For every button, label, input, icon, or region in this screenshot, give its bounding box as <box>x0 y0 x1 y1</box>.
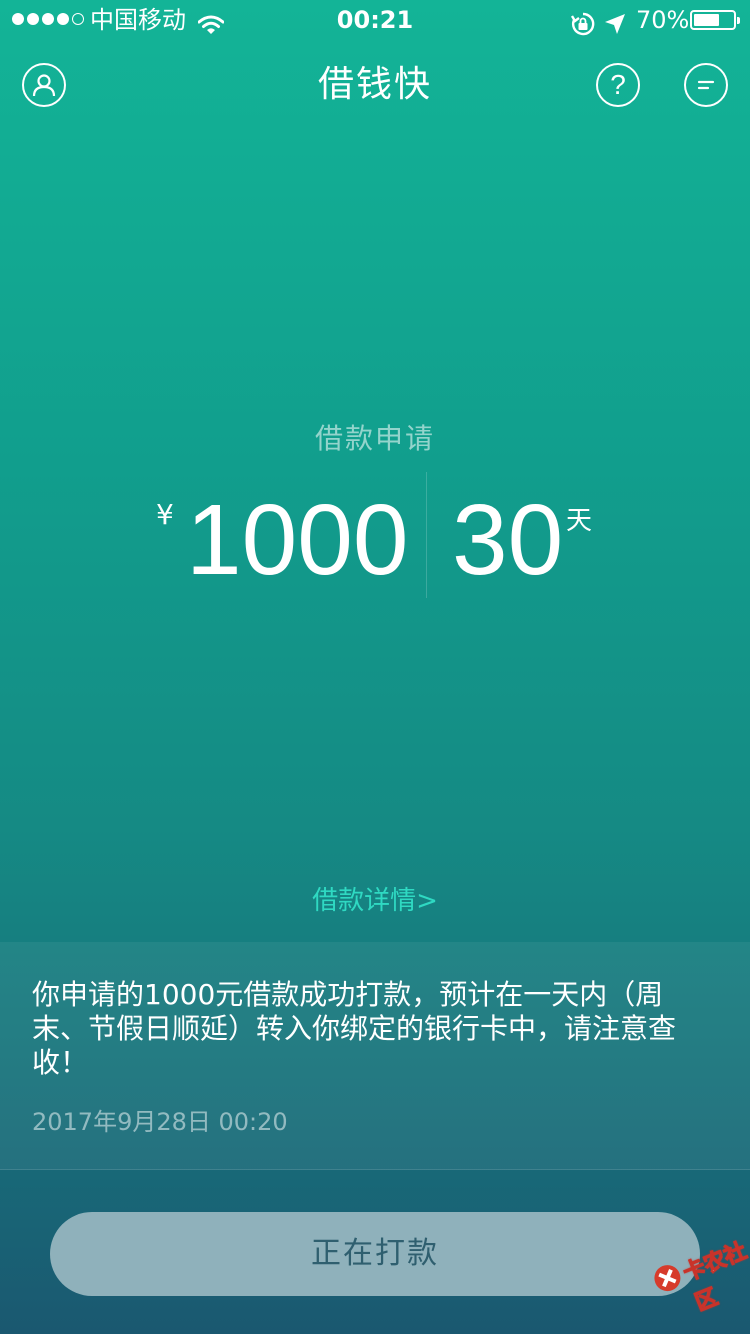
help-icon: ? <box>610 69 626 100</box>
loan-days: 30 <box>452 484 564 596</box>
notification-panel: 你申请的1000元借款成功打款，预计在一天内（周末、节假日顺延）转入你绑定的银行… <box>0 942 750 1170</box>
watermark-text: 卡农社区 <box>679 1238 750 1317</box>
loan-details-link[interactable]: 借款详情> <box>0 880 750 917</box>
message-menu-icon <box>697 80 715 90</box>
location-arrow-icon <box>603 8 627 48</box>
loan-amount: 1000 <box>186 484 409 596</box>
loan-application-label: 借款申请 <box>314 422 435 455</box>
app-screen: 中国移动 00:21 70% 借钱快 ? 借款申请 ¥ 1000 30 天 借款… <box>0 0 750 1334</box>
notification-message: 你申请的1000元借款成功打款，预计在一天内（周末、节假日顺延）转入你绑定的银行… <box>32 978 677 1079</box>
loan-days-unit: 天 <box>566 506 593 536</box>
battery-icon <box>690 10 740 30</box>
help-button[interactable]: ? <box>596 63 640 107</box>
status-bar: 中国移动 00:21 70% <box>0 0 750 40</box>
summary-divider <box>426 472 427 598</box>
battery-percent: 70% <box>636 6 690 34</box>
notification-time: 2017年9月28日 00:20 <box>32 1108 288 1136</box>
loan-summary: ¥ 1000 30 天 <box>0 470 750 600</box>
payout-status-button[interactable]: 正在打款 <box>50 1212 700 1296</box>
rotation-lock-icon <box>570 8 596 48</box>
messages-button[interactable] <box>684 63 728 107</box>
battery-level-fill <box>694 14 720 26</box>
currency-symbol: ¥ <box>156 498 174 531</box>
